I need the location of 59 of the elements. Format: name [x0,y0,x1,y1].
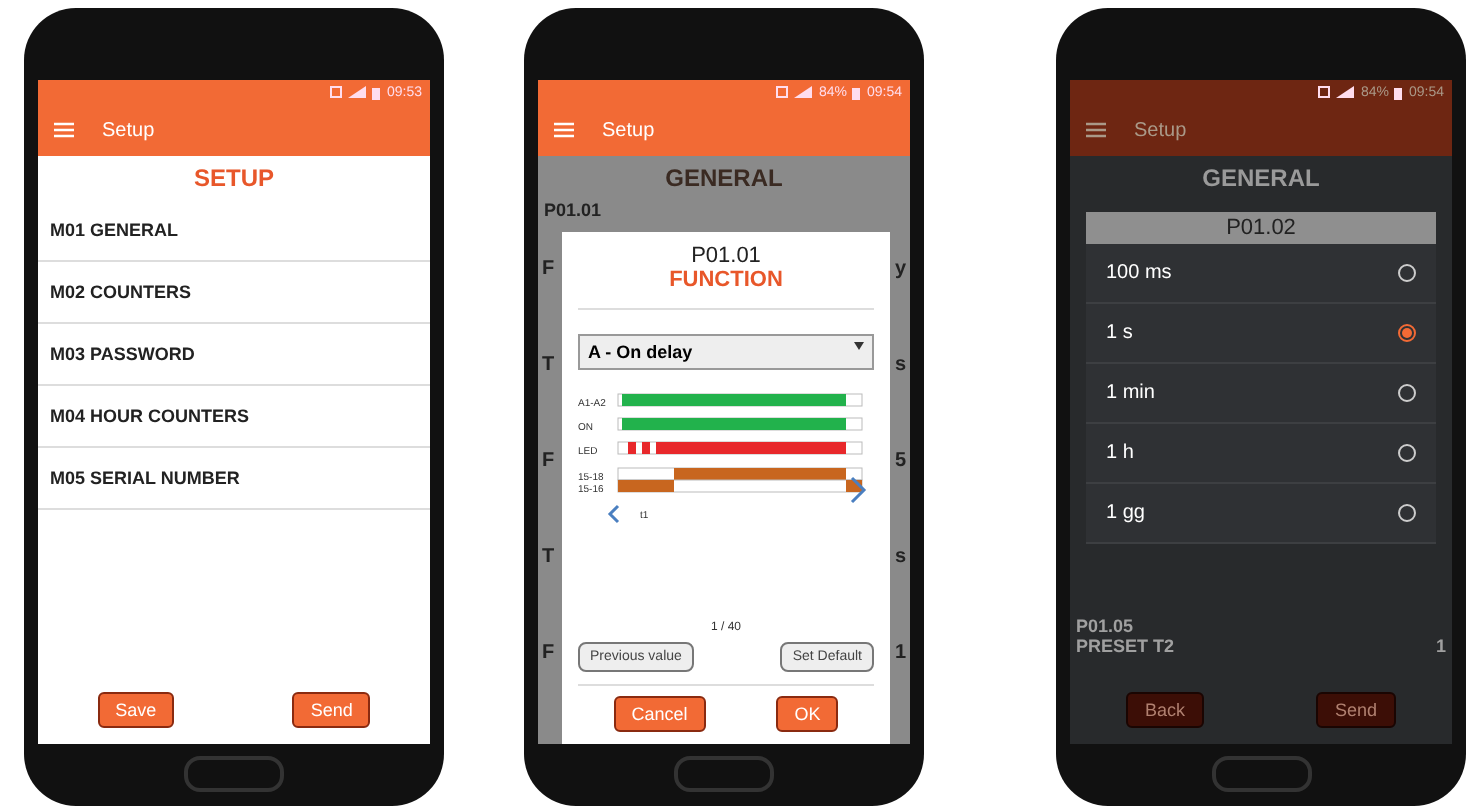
parameter-code: P01.01 [542,200,604,220]
dialog-code: P01.01 [689,244,763,268]
caret-icon [854,342,864,350]
parameter-name: T [542,353,555,375]
battery-icon [852,85,861,99]
toolbar-title: Setup [1134,119,1187,141]
radio-button[interactable] [1398,504,1416,522]
parameter-value: s [894,545,906,567]
chevron-right-icon[interactable] [850,476,867,504]
screen-heading: GENERAL [1200,162,1322,196]
parameter-value: 1 [894,641,906,663]
option-row[interactable]: 1 min [1086,364,1436,424]
dialog-title: P01.02 [1086,212,1436,244]
toolbar-title: Setup [102,119,155,141]
option-row[interactable]: 1 gg [1086,484,1436,544]
option-row[interactable]: 100 ms [1086,244,1436,304]
parameter-name: F [542,257,555,279]
chevron-left-icon[interactable] [607,504,620,524]
parameter-value: s [894,353,906,375]
menu-item[interactable]: M01 GENERAL [38,200,430,262]
parameter-value: 5 [894,449,906,471]
radio-button[interactable] [1398,264,1416,282]
signal-icon [794,86,813,98]
parameter-value: y [894,257,906,279]
signal-icon [1336,86,1355,98]
screen-heading: SETUP [191,162,276,196]
signal-icon [348,86,367,98]
option-label: 1 gg [1106,502,1145,524]
function-dropdown[interactable]: A - On delay [578,334,874,370]
battery-icon [1394,85,1403,99]
radio-button[interactable] [1398,444,1416,462]
battery-icon [372,85,381,99]
parameter-value: 1 [1435,636,1446,656]
image-icon [1318,86,1331,98]
parameter-name: T [542,545,555,567]
option-label: 1 min [1106,382,1155,404]
radio-button[interactable] [1398,324,1416,342]
image-icon [330,86,343,98]
radio-button[interactable] [1398,384,1416,402]
menu-item[interactable]: M05 SERIAL NUMBER [38,448,430,510]
image-icon [776,86,789,98]
action-button[interactable]: Send [1316,692,1395,728]
parameter-code: P01.05 [1076,616,1136,636]
parameter-name: PRESET T2 [1076,636,1175,656]
toolbar-title: Setup [602,119,655,141]
screen-heading: GENERAL [663,162,785,196]
parameter-name: F [542,641,555,663]
menu-item[interactable]: M03 PASSWORD [38,324,430,386]
dialog-title: FUNCTION [578,268,874,310]
option-label: 1 h [1106,442,1134,464]
action-button[interactable]: Back [1126,692,1203,728]
option-row[interactable]: 1 s [1086,304,1436,364]
option-label: 100 ms [1106,262,1172,284]
option-row[interactable]: 1 h [1086,424,1436,484]
menu-icon[interactable] [1086,122,1106,138]
menu-item[interactable]: M04 HOUR COUNTERS [38,386,430,448]
option-label: 1 s [1106,322,1133,344]
parameter-name: F [542,449,555,471]
menu-item[interactable]: M02 COUNTERS [38,262,430,324]
